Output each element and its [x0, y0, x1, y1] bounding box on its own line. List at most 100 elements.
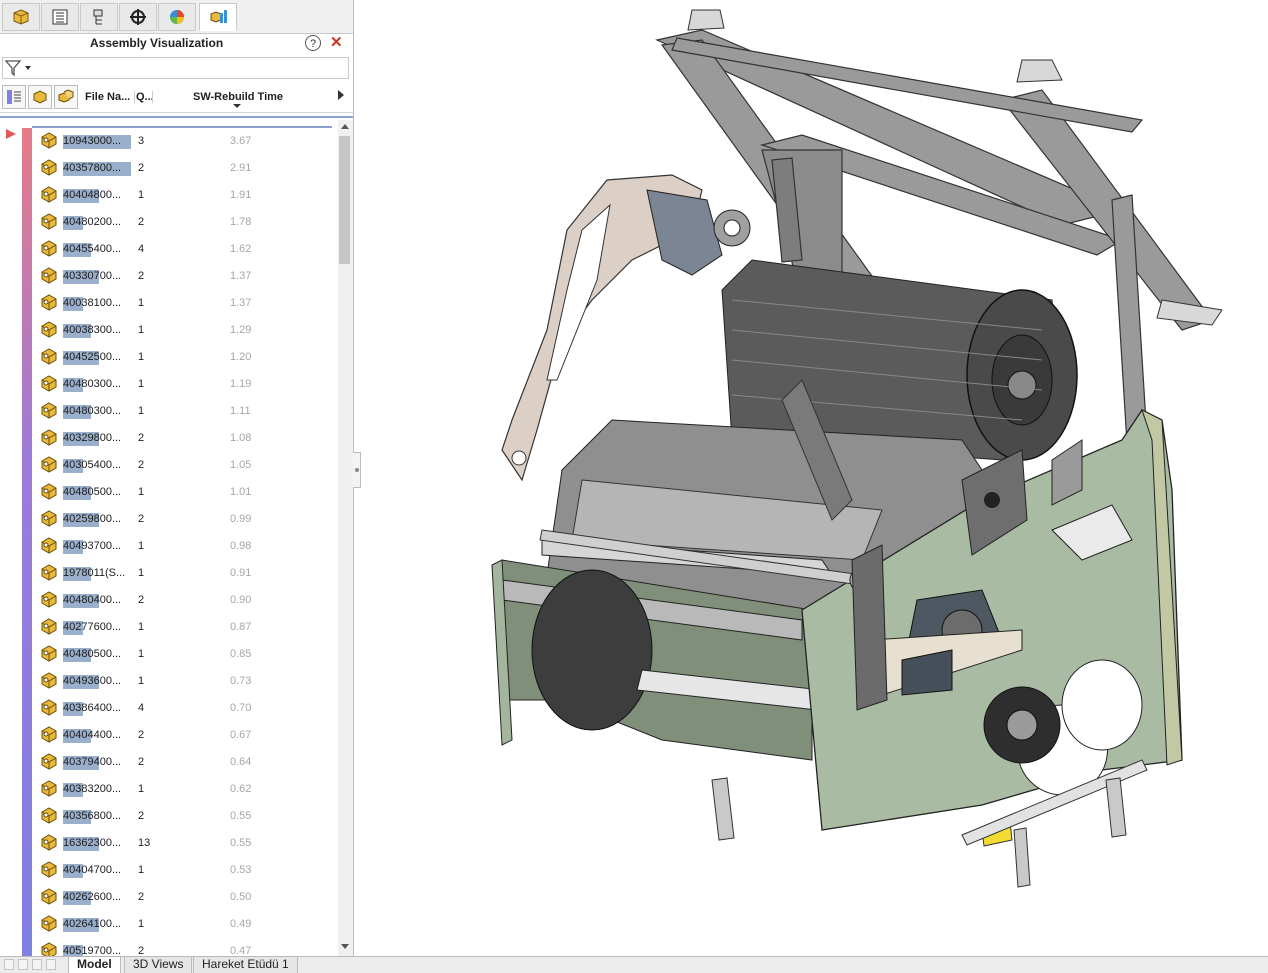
table-row[interactable]: 40329800... 2 1.08	[0, 424, 338, 451]
quantity-cell: 1	[138, 324, 145, 336]
table-row[interactable]: 40480300... 1 1.11	[0, 397, 338, 424]
table-row[interactable]: 40404400... 2 0.67	[0, 721, 338, 748]
table-row[interactable]: 40038100... 1 1.37	[0, 289, 338, 316]
filter-field[interactable]	[2, 57, 349, 79]
file-name-text: 40262600...	[63, 891, 122, 903]
rebuild-time-cell: 0.47	[230, 945, 252, 956]
table-row[interactable]: 40259800... 2 0.99	[0, 505, 338, 532]
help-icon[interactable]: ?	[305, 35, 321, 51]
first-tab-nav-icon[interactable]	[4, 959, 14, 970]
rebuild-time-cell: 0.55	[230, 810, 252, 822]
table-row[interactable]: 40305400... 2 1.05	[0, 451, 338, 478]
panel-splitter-handle[interactable]	[353, 452, 361, 488]
table-row[interactable]: 40455400... 4 1.62	[0, 235, 338, 262]
table-row[interactable]: 16362300... 13 0.55	[0, 829, 338, 856]
file-name-text: 40452500...	[63, 351, 122, 363]
table-row[interactable]: 40480400... 2 0.90	[0, 586, 338, 613]
scroll-down-icon[interactable]	[341, 944, 349, 949]
featuremanager-tab[interactable]	[2, 3, 40, 31]
table-row[interactable]: 40480500... 1 0.85	[0, 640, 338, 667]
nested-view-button[interactable]	[54, 85, 78, 109]
tab-model[interactable]: Model	[68, 957, 121, 973]
gradient-list-icon	[7, 90, 21, 104]
file-name-text: 40356800...	[63, 810, 122, 822]
table-row[interactable]: 40383200... 1 0.62	[0, 775, 338, 802]
file-name-cell: 40493600...	[63, 675, 133, 689]
dimxpert-tab[interactable]	[119, 3, 157, 31]
last-tab-nav-icon[interactable]	[46, 959, 56, 970]
quantity-cell: 1	[138, 864, 145, 876]
file-name-text: 40386400...	[63, 702, 122, 714]
table-row[interactable]: 40038300... 1 1.29	[0, 316, 338, 343]
subassembly-icon	[41, 267, 57, 284]
rebuild-time-cell: 0.64	[230, 756, 252, 768]
rebuild-time-cell: 0.87	[230, 621, 252, 633]
flat-list-button[interactable]	[28, 85, 52, 109]
assembly-visualization-tab[interactable]	[199, 3, 237, 31]
table-row[interactable]: 10943000... 3 3.67	[0, 127, 338, 154]
table-row[interactable]: 40357800... 2 2.91	[0, 154, 338, 181]
rebuild-time-cell: 1.05	[230, 459, 252, 471]
displaymanager-tab[interactable]	[158, 3, 196, 31]
file-name-text: 40329800...	[63, 432, 122, 444]
rebuild-time-column-header[interactable]: SW-Rebuild Time	[193, 91, 283, 103]
close-icon[interactable]: ✕	[330, 35, 343, 51]
quantity-cell: 1	[138, 675, 145, 687]
file-name-cell: 40493700...	[63, 540, 133, 554]
table-row[interactable]: 40480500... 1 1.01	[0, 478, 338, 505]
table-row[interactable]: 40404800... 1 1.91	[0, 181, 338, 208]
bottom-tab-bar: Model 3D Views Hareket Etüdü 1	[0, 956, 1268, 973]
quantity-column-header[interactable]: Q...	[134, 91, 153, 103]
quantity-cell: 4	[138, 243, 145, 255]
table-row[interactable]: 40264100... 1 0.49	[0, 910, 338, 937]
table-row[interactable]: 40493700... 1 0.98	[0, 532, 338, 559]
file-name-text: 40480500...	[63, 648, 122, 660]
table-row[interactable]: 40493600... 1 0.73	[0, 667, 338, 694]
file-name-cell: 1978011(S...	[63, 567, 133, 581]
file-name-column-header[interactable]: File Na...	[85, 91, 130, 103]
table-row[interactable]: 40480200... 2 1.78	[0, 208, 338, 235]
file-name-text: 40455400...	[63, 243, 122, 255]
subassembly-icon	[41, 402, 57, 419]
graphics-area[interactable]	[362, 0, 1268, 956]
table-row[interactable]: 40480300... 1 1.19	[0, 370, 338, 397]
table-row[interactable]: 40386400... 4 0.70	[0, 694, 338, 721]
tab-3d-views[interactable]: 3D Views	[124, 957, 193, 973]
scrollbar-thumb[interactable]	[339, 136, 350, 264]
file-name-text: 40404800...	[63, 189, 122, 201]
table-row[interactable]: 40404700... 1 0.53	[0, 856, 338, 883]
table-row[interactable]: 40452500... 1 1.20	[0, 343, 338, 370]
quantity-cell: 1	[138, 486, 145, 498]
column-scroll-right-icon[interactable]	[338, 90, 344, 100]
filter-icon[interactable]	[4, 59, 34, 77]
file-name-cell: 16362300...	[63, 837, 133, 851]
propertymanager-tab[interactable]	[41, 3, 79, 31]
file-name-text: 40379400...	[63, 756, 122, 768]
table-row[interactable]: 40356800... 2 0.55	[0, 802, 338, 829]
table-row[interactable]: 40277600... 1 0.87	[0, 613, 338, 640]
quantity-cell: 1	[138, 189, 145, 201]
tab-motion-study[interactable]: Hareket Etüdü 1	[193, 957, 298, 973]
assembly-visualization-icon	[210, 10, 227, 23]
scroll-up-icon[interactable]	[341, 124, 349, 129]
rebuild-time-cell: 1.91	[230, 189, 252, 201]
file-name-cell: 40038100...	[63, 297, 133, 311]
next-tab-nav-icon[interactable]	[32, 959, 42, 970]
panel-title-bar: Assembly Visualization	[0, 34, 353, 54]
vertical-scrollbar[interactable]	[338, 120, 353, 956]
quantity-cell: 2	[138, 756, 145, 768]
file-name-text: 40480400...	[63, 594, 122, 606]
rebuild-time-cell: 1.19	[230, 378, 252, 390]
rebuild-time-cell: 1.20	[230, 351, 252, 363]
table-row[interactable]: 1978011(S... 1 0.91	[0, 559, 338, 586]
prev-tab-nav-icon[interactable]	[18, 959, 28, 970]
table-row[interactable]: 40330700... 2 1.37	[0, 262, 338, 289]
list-view-button[interactable]	[2, 85, 26, 109]
table-row[interactable]: 40262600... 2 0.50	[0, 883, 338, 910]
table-row[interactable]: 40519700... 2 0.47	[0, 937, 338, 956]
configurationmanager-tab[interactable]	[80, 3, 118, 31]
quantity-cell: 2	[138, 216, 145, 228]
assembly-3d-model[interactable]	[362, 0, 1268, 956]
table-row[interactable]: 40379400... 2 0.64	[0, 748, 338, 775]
subassembly-icon	[41, 564, 57, 581]
